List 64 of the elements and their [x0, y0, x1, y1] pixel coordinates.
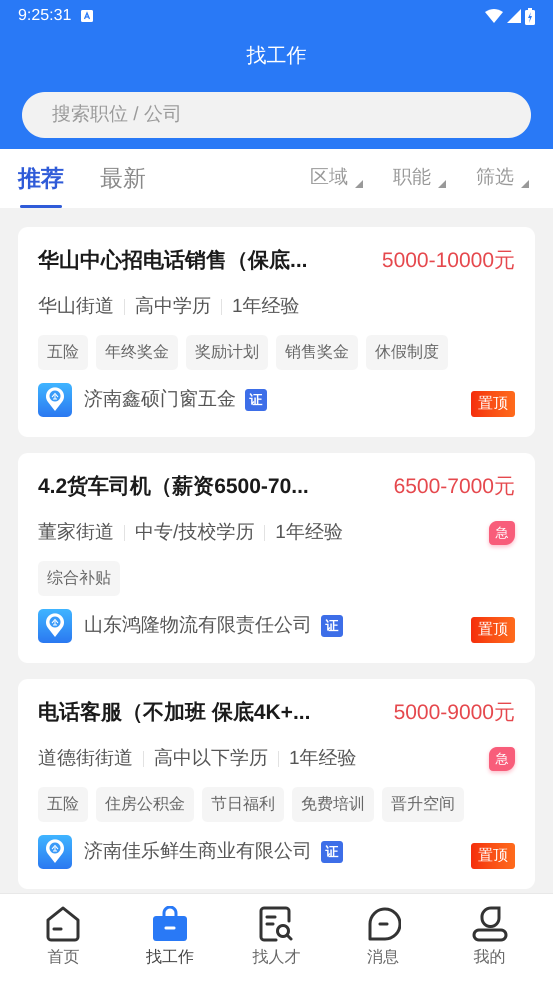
signal-icon	[507, 9, 521, 23]
job-detail: 高中学历	[135, 294, 211, 318]
nav-tab[interactable]: 找人才	[231, 906, 322, 970]
wifi-icon	[485, 9, 503, 23]
job-card[interactable]: 华山中心招电话销售（保底... 5000-10000元 华山街道 高中学历 1年经验 五险 年终奖金 奖励计划 销售奖金 休假制度 济南鑫硕门窗五金 证 置顶	[18, 227, 535, 437]
company-logo-icon	[38, 835, 72, 869]
job-detail: 董家街道	[38, 520, 114, 544]
job-detail: 中专/技校学历	[135, 520, 254, 544]
benefit-tag: 节日福利	[202, 787, 284, 822]
nav-tab[interactable]: 找工作	[124, 906, 215, 970]
caret-icon	[521, 180, 529, 188]
nav-tab[interactable]: 消息	[338, 906, 428, 970]
benefit-tag: 奖励计划	[186, 335, 268, 370]
nav-tab[interactable]: 首页	[18, 906, 108, 970]
salary: 6500-7000元	[394, 474, 515, 500]
briefcase-icon	[152, 906, 188, 942]
page-title: 找工作	[246, 44, 306, 69]
benefit-tag: 住房公积金	[96, 787, 194, 822]
job-title: 华山中心招电话销售（保底...	[38, 248, 308, 274]
verified-badge: 证	[245, 389, 267, 411]
benefit-tag: 晋升空间	[382, 787, 464, 822]
tab[interactable]: 最新	[100, 149, 146, 208]
caret-icon	[355, 180, 363, 188]
job-detail: 道德街街道	[38, 746, 133, 770]
urgent-badge: 急	[489, 520, 515, 545]
caret-icon	[438, 180, 446, 188]
home-icon	[45, 906, 82, 942]
benefit-tag: 五险	[38, 335, 88, 370]
pinned-badge: 置顶	[471, 391, 515, 417]
job-title: 电话客服（不加班 保底4K+...	[38, 700, 310, 726]
job-detail: 1年经验	[275, 520, 343, 544]
job-detail: 1年经验	[289, 746, 357, 770]
company-name: 济南鑫硕门窗五金	[84, 388, 236, 412]
user-icon	[472, 906, 508, 942]
job-detail: 高中以下学历	[154, 746, 268, 770]
company-name: 山东鸿隆物流有限责任公司	[84, 614, 312, 638]
company-name: 济南佳乐鲜生商业有限公司	[84, 840, 312, 864]
benefit-tag: 休假制度	[366, 335, 448, 370]
benefit-tag: 免费培训	[292, 787, 374, 822]
nav-tab[interactable]: 我的	[444, 906, 535, 970]
keyboard-icon	[81, 10, 94, 22]
company-logo-icon	[38, 383, 72, 417]
job-title: 4.2货车司机（薪资6500-70...	[38, 474, 309, 500]
salary: 5000-10000元	[382, 248, 515, 274]
benefit-tag: 综合补贴	[38, 561, 120, 596]
battery-icon	[525, 8, 535, 24]
job-card[interactable]: 电话客服（不加班 保底4K+... 5000-9000元 道德街街道 高中以下学历 1年经验 急 五险 住房公积金 节日福利 免费培训 晋升空间 济南佳乐鲜生商业有限公司 证 置顶	[18, 679, 535, 889]
search-field[interactable]: 搜索职位 / 公司	[22, 92, 531, 138]
benefit-tag: 年终奖金	[96, 335, 178, 370]
verified-badge: 证	[321, 841, 343, 863]
benefit-tag: 销售奖金	[276, 335, 358, 370]
pinned-badge: 置顶	[471, 617, 515, 643]
job-detail: 华山街道	[38, 294, 114, 318]
pinned-badge: 置顶	[471, 843, 515, 869]
urgent-badge: 急	[489, 746, 515, 771]
job-detail: 1年经验	[232, 294, 300, 318]
salary: 5000-9000元	[394, 700, 515, 726]
job-card[interactable]: 4.2货车司机（薪资6500-70... 6500-7000元 董家街道 中专/技校学历 1年经验 急 综合补贴 山东鸿隆物流有限责任公司 证 置顶	[18, 453, 535, 663]
status-time: 9:25:31	[18, 6, 72, 26]
document-search-icon	[258, 906, 294, 942]
tab[interactable]: 推荐	[18, 149, 64, 208]
verified-badge: 证	[321, 615, 343, 637]
company-logo-icon	[38, 609, 72, 643]
benefit-tag: 五险	[38, 787, 88, 822]
